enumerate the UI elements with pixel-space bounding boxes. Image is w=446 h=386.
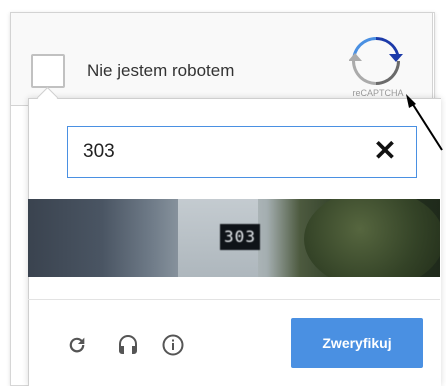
captcha-house-number: 303 <box>220 224 260 250</box>
recaptcha-logo-icon <box>349 36 403 85</box>
info-button[interactable] <box>158 330 188 360</box>
recaptcha-logo-text: reCAPTCHA <box>352 88 404 98</box>
verify-button[interactable]: Zweryfikuj <box>291 318 423 368</box>
info-icon <box>162 334 184 356</box>
checkbox-label: Nie jestem robotem <box>87 61 235 80</box>
captcha-image: 303 <box>28 199 440 277</box>
reload-button[interactable] <box>62 330 92 360</box>
toolbar-divider <box>28 299 440 300</box>
captcha-image-tree <box>304 199 440 277</box>
clear-input-button[interactable]: ✕ <box>370 136 400 166</box>
headphones-icon <box>119 335 137 354</box>
reload-icon <box>69 337 85 353</box>
captcha-answer-input[interactable]: 303 ✕ <box>67 126 417 178</box>
audio-challenge-button[interactable] <box>113 330 143 360</box>
captcha-answer-value: 303 <box>83 141 115 162</box>
not-a-robot-checkbox[interactable] <box>31 54 65 88</box>
